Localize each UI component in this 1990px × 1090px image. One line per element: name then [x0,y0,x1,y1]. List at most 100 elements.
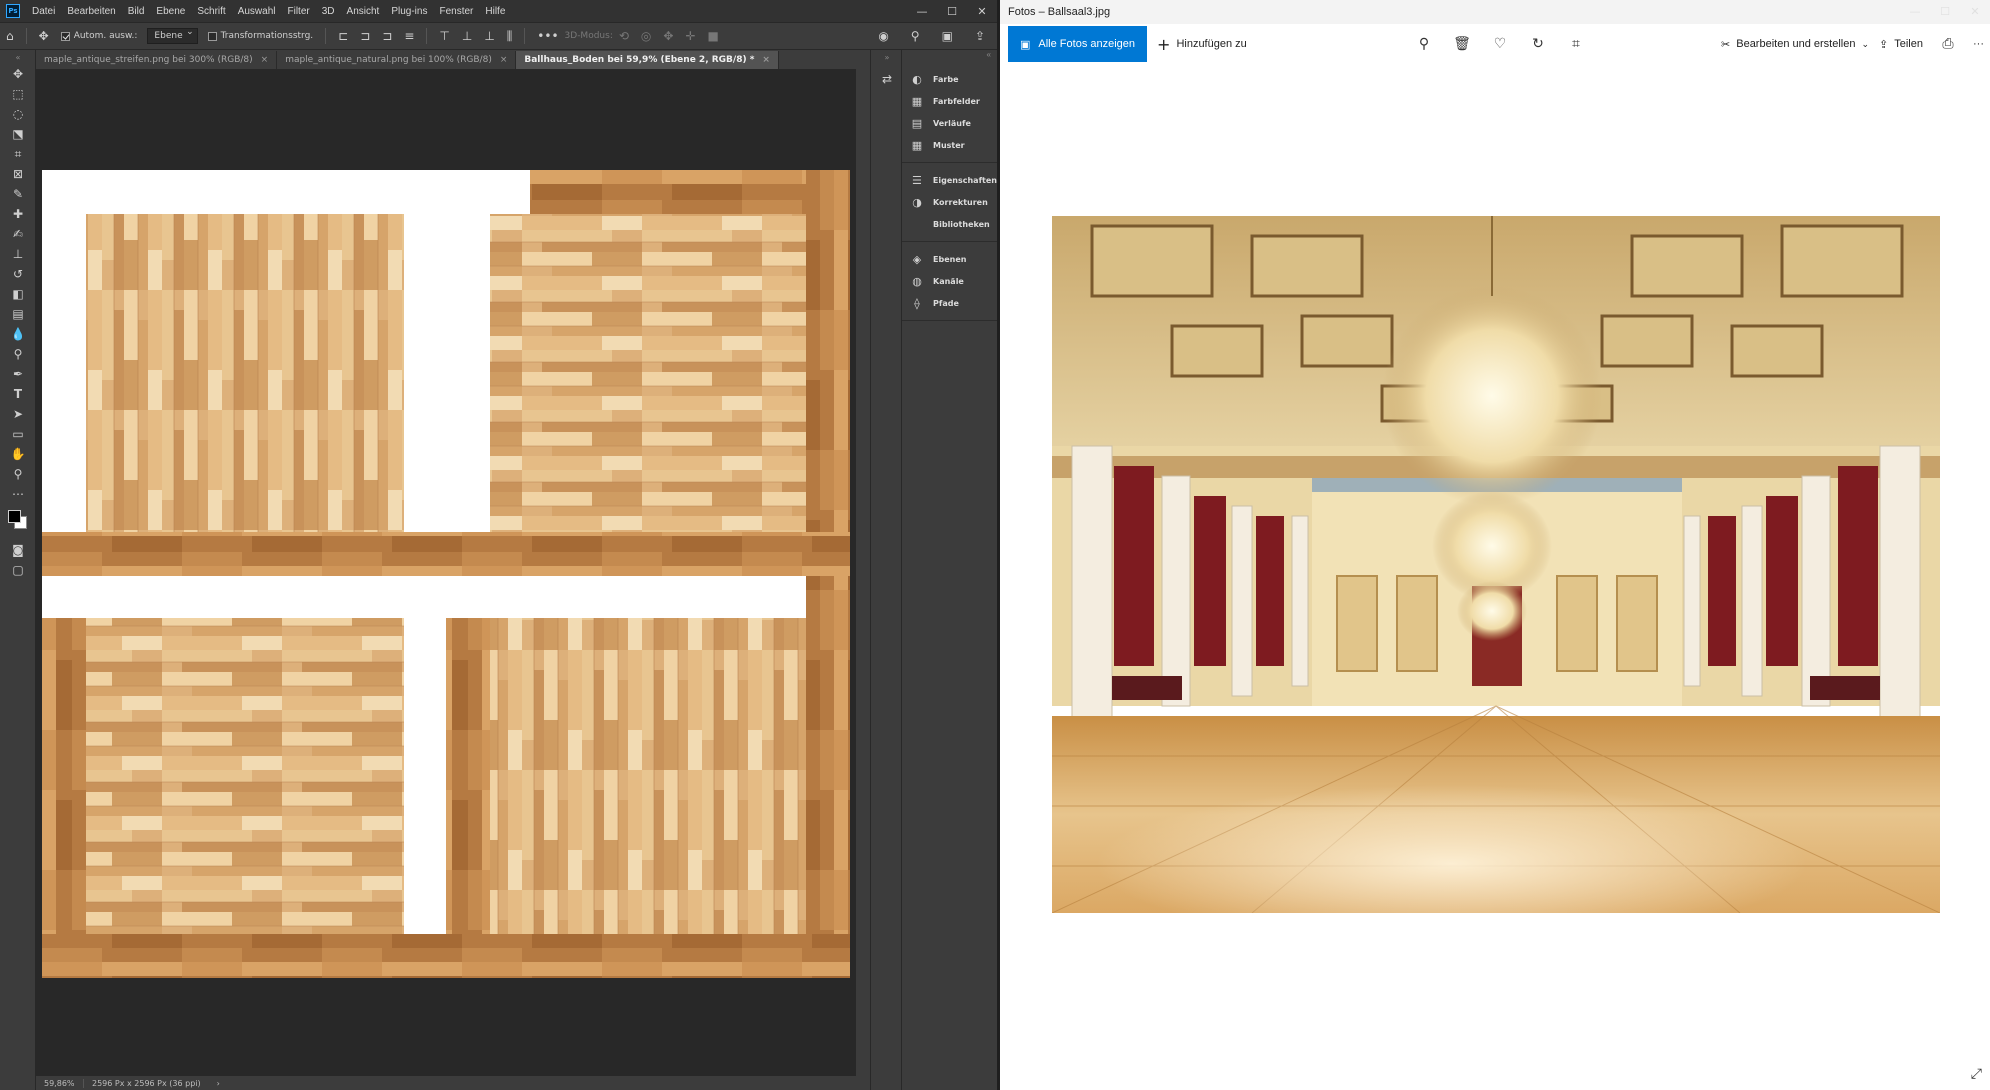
maximize-icon[interactable]: ☐ [937,0,967,22]
auto-select-dropdown[interactable]: Ebene [147,27,198,44]
maximize-icon[interactable]: ☐ [1930,0,1960,22]
panel-pfade[interactable]: ⟠ Pfade [902,292,997,314]
menu-datei[interactable]: Datei [26,6,61,17]
move-tool-icon[interactable]: ✥ [39,29,49,43]
panel-verlaeufe[interactable]: ▤ Verläufe [902,112,997,134]
align-top-icon[interactable]: ⊤ [439,29,449,43]
menu-ansicht[interactable]: Ansicht [341,6,386,17]
more-button[interactable]: ··· [1973,38,1984,50]
home-icon[interactable]: ⌂ [6,29,14,43]
menu-filter[interactable]: Filter [282,6,316,17]
panel-farbe[interactable]: ◐ Farbe [902,68,997,90]
auto-select-checkbox[interactable]: Autom. ausw.: [60,31,137,41]
close-icon[interactable]: ✕ [1960,0,1990,22]
delete-icon[interactable]: 🗑 [1443,24,1481,64]
menu-fenster[interactable]: Fenster [433,6,479,17]
zoom-tool-icon[interactable]: ⚲ [0,464,36,484]
rotate-icon[interactable]: ↻ [1519,24,1557,64]
eraser-tool-icon[interactable]: ◧ [0,284,36,304]
edit-create-button[interactable]: ✂ Bearbeiten und erstellen ⌄ [1721,38,1869,51]
doc-tab-natural[interactable]: maple_antique_natural.png bei 100% (RGB/… [277,51,517,69]
history-icon[interactable]: ⇄ [871,64,903,94]
align-right-icon[interactable]: ⊐ [382,29,392,43]
crop-icon[interactable]: ⌗ [1557,24,1595,64]
fullscreen-icon[interactable]: ⤢ [1971,1066,1982,1082]
menu-3d[interactable]: 3D [316,6,341,17]
zoom-level[interactable]: 59,86% [36,1078,84,1088]
quick-mask-icon[interactable]: ◙ [0,540,36,560]
photo-viewer[interactable]: ⤢ [1000,64,1990,1090]
more-options-icon[interactable]: ••• [537,29,558,43]
type-tool-icon[interactable]: T [0,384,36,404]
favorite-icon[interactable]: ♡ [1481,24,1519,64]
close-tab-icon[interactable]: × [261,55,269,65]
eyedropper-tool-icon[interactable]: ✎ [0,184,36,204]
close-tab-icon[interactable]: × [762,55,770,65]
panel-collapse-icon[interactable]: « [902,50,997,62]
panel-bibliotheken[interactable]: Bibliotheken [902,213,997,235]
transform-controls-checkbox[interactable]: Transformationsstrg. [207,31,313,41]
align-left-icon[interactable]: ⊏ [338,29,348,43]
doc-tab-ballhaus[interactable]: Ballhaus_Boden bei 59,9% (Ebene 2, RGB/8… [516,51,779,69]
share-icon[interactable]: ⇪ [975,29,985,43]
close-icon[interactable]: ✕ [967,0,997,22]
panel-kanaele[interactable]: ◍ Kanäle [902,270,997,292]
menu-bearbeiten[interactable]: Bearbeiten [61,6,121,17]
move-tool-icon[interactable]: ✥ [0,64,36,84]
collapse-tools-icon[interactable]: « [0,50,36,64]
crop-tool-icon[interactable]: ⌗ [0,144,36,164]
path-select-tool-icon[interactable]: ➤ [0,404,36,424]
gradient-tool-icon[interactable]: ▤ [0,304,36,324]
expand-panels-icon[interactable]: » [871,50,903,64]
edit-toolbar-icon[interactable]: ⋯ [0,484,36,504]
blur-tool-icon[interactable]: 💧 [0,324,36,344]
minimize-icon[interactable]: — [1900,0,1930,22]
brush-tool-icon[interactable]: ✍ [0,224,36,244]
document-canvas[interactable] [42,170,850,978]
menu-bild[interactable]: Bild [122,6,151,17]
panel-muster[interactable]: ▦ Muster [902,134,997,156]
hand-tool-icon[interactable]: ✋ [0,444,36,464]
print-icon[interactable]: ⎙ [1933,24,1963,64]
marquee-tool-icon[interactable]: ⬚ [0,84,36,104]
doc-tab-streifen[interactable]: maple_antique_streifen.png bei 300% (RGB… [36,51,278,69]
menu-plugins[interactable]: Plug-ins [385,6,433,17]
panel-eigenschaften[interactable]: ☰ Eigenschaften [902,169,997,191]
search-icon[interactable]: ⚲ [911,29,920,43]
healing-tool-icon[interactable]: ✚ [0,204,36,224]
pen-tool-icon[interactable]: ✒ [0,364,36,384]
stamp-tool-icon[interactable]: ⊥ [0,244,36,264]
distribute-vertical-icon[interactable]: ⫼ [507,29,513,44]
panel-farbfelder[interactable]: ▦ Farbfelder [902,90,997,112]
add-to-button[interactable]: + Hinzufügen zu [1157,35,1247,54]
share-button[interactable]: ⇪ Teilen [1879,38,1923,51]
foreground-color[interactable] [8,510,21,523]
color-swatches[interactable] [0,504,36,540]
panel-korrekturen[interactable]: ◑ Korrekturen [902,191,997,213]
distribute-icon[interactable]: ≡ [404,29,414,43]
dodge-tool-icon[interactable]: ⚲ [0,344,36,364]
lasso-tool-icon[interactable]: ◌ [0,104,36,124]
rectangle-tool-icon[interactable]: ▭ [0,424,36,444]
zoom-icon[interactable]: ⚲ [1405,24,1443,64]
panel-ebenen[interactable]: ◈ Ebenen [902,248,997,270]
menu-schrift[interactable]: Schrift [191,6,231,17]
close-tab-icon[interactable]: × [500,55,508,65]
align-middle-icon[interactable]: ⊥ [462,29,472,43]
menu-hilfe[interactable]: Hilfe [479,6,511,17]
minimize-icon[interactable]: — [907,0,937,22]
account-icon[interactable]: ◉ [878,29,888,43]
workspace-icon[interactable]: ▣ [942,29,953,43]
status-arrow-icon[interactable]: › [209,1079,228,1088]
history-brush-tool-icon[interactable]: ↺ [0,264,36,284]
see-all-photos-button[interactable]: ▣ Alle Fotos anzeigen [1008,26,1148,62]
align-bottom-icon[interactable]: ⊥ [484,29,494,43]
align-center-icon[interactable]: ⊐ [360,29,370,43]
vertical-scrollbar[interactable] [856,50,870,1090]
frame-tool-icon[interactable]: ⊠ [0,164,36,184]
screen-mode-icon[interactable]: ▢ [0,560,36,580]
menu-auswahl[interactable]: Auswahl [232,6,282,17]
object-select-tool-icon[interactable]: ⬔ [0,124,36,144]
menu-ebene[interactable]: Ebene [150,6,191,17]
canvas-area[interactable] [36,70,856,1075]
